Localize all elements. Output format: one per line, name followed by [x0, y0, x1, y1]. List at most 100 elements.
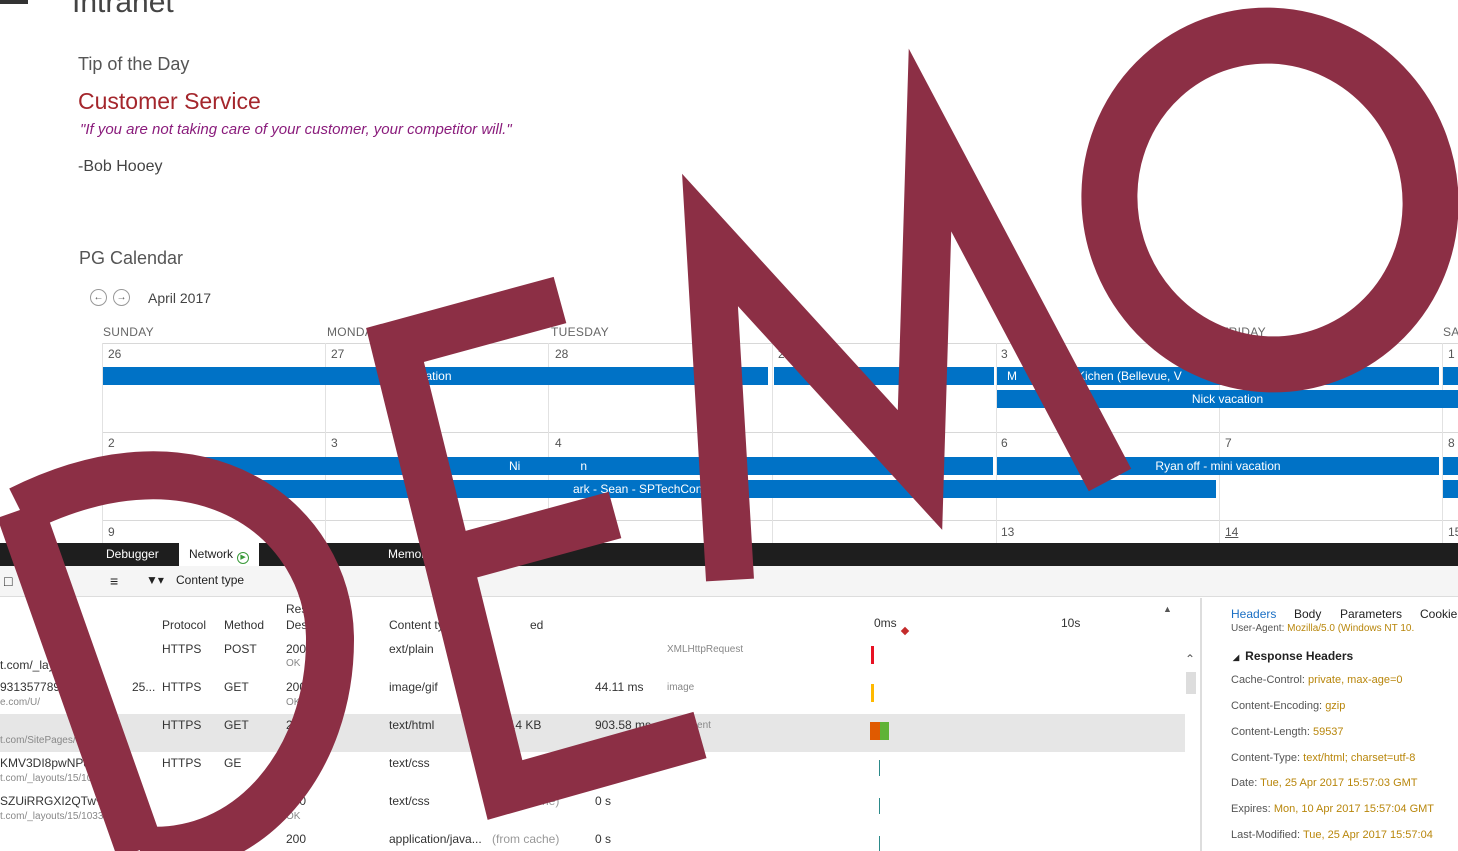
day-number: 29: [778, 347, 792, 361]
logo-fragment: [0, 0, 28, 4]
row-result: 200: [286, 718, 307, 732]
row-time: 44.11 ms: [595, 680, 644, 694]
day-number-today[interactable]: 14: [1225, 525, 1238, 539]
row-result: 200: [286, 794, 307, 808]
panel-divider[interactable]: [1200, 598, 1202, 851]
row-initiator: document: [667, 720, 711, 731]
row-type: application/java...: [389, 832, 482, 846]
event-ryan[interactable]: Ryan off - mini vacation: [997, 457, 1439, 475]
row-method: GE: [224, 756, 242, 770]
row-type: ext/plain: [389, 642, 434, 656]
event-bar[interactable]: [774, 367, 994, 385]
tab-memory[interactable]: Memory: [388, 543, 431, 566]
row-protocol: HTTPS: [162, 642, 202, 656]
row-type: text/css: [389, 756, 430, 770]
header-name: Content-Length:: [1231, 726, 1310, 738]
row-protocol: HTTPS: [162, 832, 202, 846]
event-bar[interactable]: [1443, 367, 1458, 385]
tab-body[interactable]: Body: [1294, 607, 1321, 621]
event-kitchen[interactable]: M Kichen (Bellevue, V: [997, 367, 1439, 385]
row-protocol: HTTPS: [162, 756, 202, 770]
row-method: POST: [224, 642, 257, 656]
tab-cookies[interactable]: Cookie: [1420, 607, 1457, 621]
tip-title: Customer Service: [78, 88, 261, 114]
tab-headers[interactable]: Headers: [1231, 607, 1276, 621]
list-icon[interactable]: ≡: [110, 573, 118, 589]
col-method[interactable]: Method: [224, 618, 264, 632]
timeline-start: 0ms: [874, 616, 897, 630]
scrollbar-thumb[interactable]: [1186, 672, 1196, 694]
calendar-row-line: [102, 520, 1458, 521]
header-name: Date:: [1231, 777, 1258, 789]
response-headers-label: Response Headers: [1245, 649, 1354, 663]
row-name[interactable]: 93135778961,a: [0, 680, 83, 694]
header-value: gzip: [1325, 700, 1346, 712]
header-line: Content-Length: 59537: [1231, 726, 1344, 738]
row-received: (from cache): [492, 756, 560, 770]
col-result-2[interactable]: Descriptio: [286, 618, 339, 632]
day-number: 13: [1001, 525, 1015, 539]
tab-debugger[interactable]: Debugger: [106, 543, 159, 566]
row-name[interactable]: t.com/_layout: [0, 658, 71, 672]
arrow-right-icon[interactable]: →: [113, 289, 130, 306]
event-kitchen-label: Kichen (Bellevue, V: [1077, 369, 1182, 383]
content-type-filter[interactable]: Content type: [176, 573, 244, 587]
waterfall-bar: [871, 646, 874, 664]
header-value: 59537: [1312, 726, 1344, 738]
row-received: 58.14 KB: [492, 718, 542, 732]
event-bar[interactable]: [1443, 457, 1458, 475]
tab-emulation[interactable]: ation: [498, 543, 524, 566]
response-headers-heading[interactable]: ◢ Response Headers: [1233, 649, 1353, 663]
dayname-sunday: SUNDAY: [103, 325, 154, 339]
event-sptechcon[interactable]: ark - Sean - SPTechCon Aus: [103, 480, 1216, 498]
tab-parameters[interactable]: Parameters: [1340, 607, 1402, 621]
row-received: (from cache): [492, 794, 560, 808]
col-result-1[interactable]: Result /: [286, 602, 327, 616]
header-value: private, max-age=0: [1308, 674, 1403, 686]
tab-network[interactable]: Network ▶: [179, 543, 260, 566]
tab-console[interactable]: C: [18, 543, 27, 566]
site-title: Intranet: [72, 0, 174, 19]
day-number: 15: [1448, 525, 1458, 539]
row-status: OK: [286, 811, 301, 822]
chevron-up-icon[interactable]: ⌃: [1185, 652, 1195, 666]
header-line: Content-Encoding: gzip: [1231, 700, 1345, 712]
event-nick-prefix: Ni: [508, 459, 521, 473]
day-number: 3: [331, 436, 338, 450]
export-icon[interactable]: □: [4, 573, 12, 589]
dayname-tuesday: TUESDAY: [551, 325, 609, 339]
row-type: text/html: [389, 718, 435, 732]
day-number: 2: [108, 436, 115, 450]
event-bar[interactable]: [1443, 480, 1458, 498]
row-method: GET: [224, 718, 249, 732]
header-value: Tue, 25 Apr 2017 15:57:04: [1302, 829, 1433, 841]
scroll-up-icon[interactable]: ▲: [1163, 604, 1172, 614]
calendar-heading: PG Calendar: [79, 248, 184, 268]
row-method: GET: [224, 832, 249, 846]
record-icon: ▶: [237, 552, 250, 564]
tab-performance[interactable]: Perfor: [281, 543, 314, 566]
event-nick[interactable]: Ni n: [103, 457, 993, 475]
row-initiator: XMLHttpRequest: [667, 644, 744, 655]
header-line: Date: Tue, 25 Apr 2017 15:57:03 GMT: [1231, 777, 1418, 789]
day-number: 26: [108, 347, 122, 361]
row-name[interactable]: t.com/SitePages/: [0, 735, 76, 746]
tip-quote: "If you are not taking care of your cust…: [80, 121, 512, 138]
row-name[interactable]: SZUiRRGXI2QTw%3D%: [0, 794, 133, 808]
filter-icon[interactable]: ▼▾: [146, 573, 164, 587]
calendar-col-line: [772, 343, 773, 543]
col-protocol[interactable]: Protocol: [162, 618, 206, 632]
row-url: e.com/U/: [0, 697, 41, 708]
collapse-icon: ◢: [1233, 653, 1240, 662]
event-vacation[interactable]: cation: [103, 367, 768, 385]
header-name: Content-Encoding:: [1231, 700, 1323, 712]
header-name: Last-Modified:: [1231, 829, 1301, 841]
waterfall-bar: [870, 722, 880, 740]
col-received[interactable]: ed: [530, 618, 543, 632]
col-content-type[interactable]: Content type: [389, 618, 457, 632]
row-time: 0 s: [595, 756, 612, 770]
event-nick-vacation[interactable]: Nick vacation: [997, 390, 1458, 408]
arrow-left-icon[interactable]: ←: [90, 289, 107, 306]
row-name[interactable]: KMV3DI8pwNP8RG: [0, 756, 108, 770]
row-result: 200: [286, 680, 307, 694]
